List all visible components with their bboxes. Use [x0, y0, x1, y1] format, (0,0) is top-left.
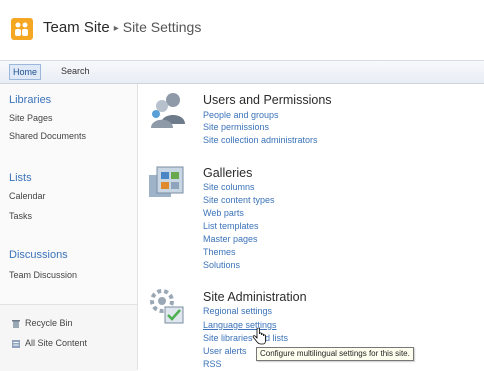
link-master-pages[interactable]: Master pages [203, 234, 258, 244]
nav-item-site-pages[interactable]: Site Pages [9, 113, 53, 123]
page-header: Team Site ▸ Site Settings [0, 0, 484, 56]
nav-heading-lists[interactable]: Lists [9, 172, 32, 184]
link-list-templates[interactable]: List templates [203, 221, 259, 231]
section-heading-galleries: Galleries [203, 166, 253, 180]
link-site-content-types[interactable]: Site content types [203, 195, 275, 205]
section-heading-users-permissions: Users and Permissions [203, 93, 332, 107]
nav-heading-discussions[interactable]: Discussions [9, 249, 68, 261]
link-people-and-groups[interactable]: People and groups [203, 110, 279, 120]
link-rss[interactable]: RSS [203, 359, 222, 369]
recycle-bin-icon [12, 319, 20, 328]
all-site-content-label: All Site Content [25, 338, 88, 348]
link-themes[interactable]: Themes [203, 247, 236, 257]
link-solutions[interactable]: Solutions [203, 260, 240, 270]
site-administration-icon [150, 289, 184, 324]
galleries-icon [149, 166, 184, 197]
tooltip-language-settings: Configure multilingual settings for this… [256, 347, 414, 361]
nav-heading-libraries[interactable]: Libraries [9, 94, 51, 106]
nav-item-tasks[interactable]: Tasks [9, 211, 32, 221]
link-site-libraries-and-lists[interactable]: Site libraries and lists [203, 333, 288, 343]
users-permissions-icon [151, 93, 185, 128]
nav-item-team-discussion[interactable]: Team Discussion [9, 270, 77, 280]
nav-item-all-site-content[interactable]: All Site Content [11, 338, 87, 349]
link-site-collection-administrators[interactable]: Site collection administrators [203, 135, 318, 145]
link-user-alerts[interactable]: User alerts [203, 346, 247, 356]
nav-item-shared-documents[interactable]: Shared Documents [9, 131, 86, 141]
site-logo-icon[interactable] [11, 18, 33, 40]
link-web-parts[interactable]: Web parts [203, 208, 244, 218]
quick-launch: Libraries Site Pages Shared Documents Li… [0, 84, 138, 371]
link-site-permissions[interactable]: Site permissions [203, 122, 269, 132]
tab-search[interactable]: Search [58, 64, 93, 78]
breadcrumb-separator: ▸ [113, 23, 119, 34]
link-site-columns[interactable]: Site columns [203, 182, 255, 192]
link-regional-settings[interactable]: Regional settings [203, 306, 272, 316]
nav-footer: Recycle Bin All Site Content [0, 304, 137, 371]
tab-home[interactable]: Home [9, 64, 42, 80]
breadcrumb: Team Site ▸ Site Settings [43, 19, 201, 36]
breadcrumb-site-link[interactable]: Team Site [43, 19, 110, 36]
top-nav-bar: Home Search [0, 60, 484, 84]
hand-cursor-icon [252, 328, 266, 345]
nav-item-calendar[interactable]: Calendar [9, 191, 46, 201]
section-heading-site-administration: Site Administration [203, 290, 307, 304]
nav-item-recycle-bin[interactable]: Recycle Bin [11, 318, 73, 329]
page-title: Site Settings [122, 19, 202, 35]
all-site-content-icon [12, 339, 20, 348]
recycle-bin-label: Recycle Bin [25, 318, 73, 328]
